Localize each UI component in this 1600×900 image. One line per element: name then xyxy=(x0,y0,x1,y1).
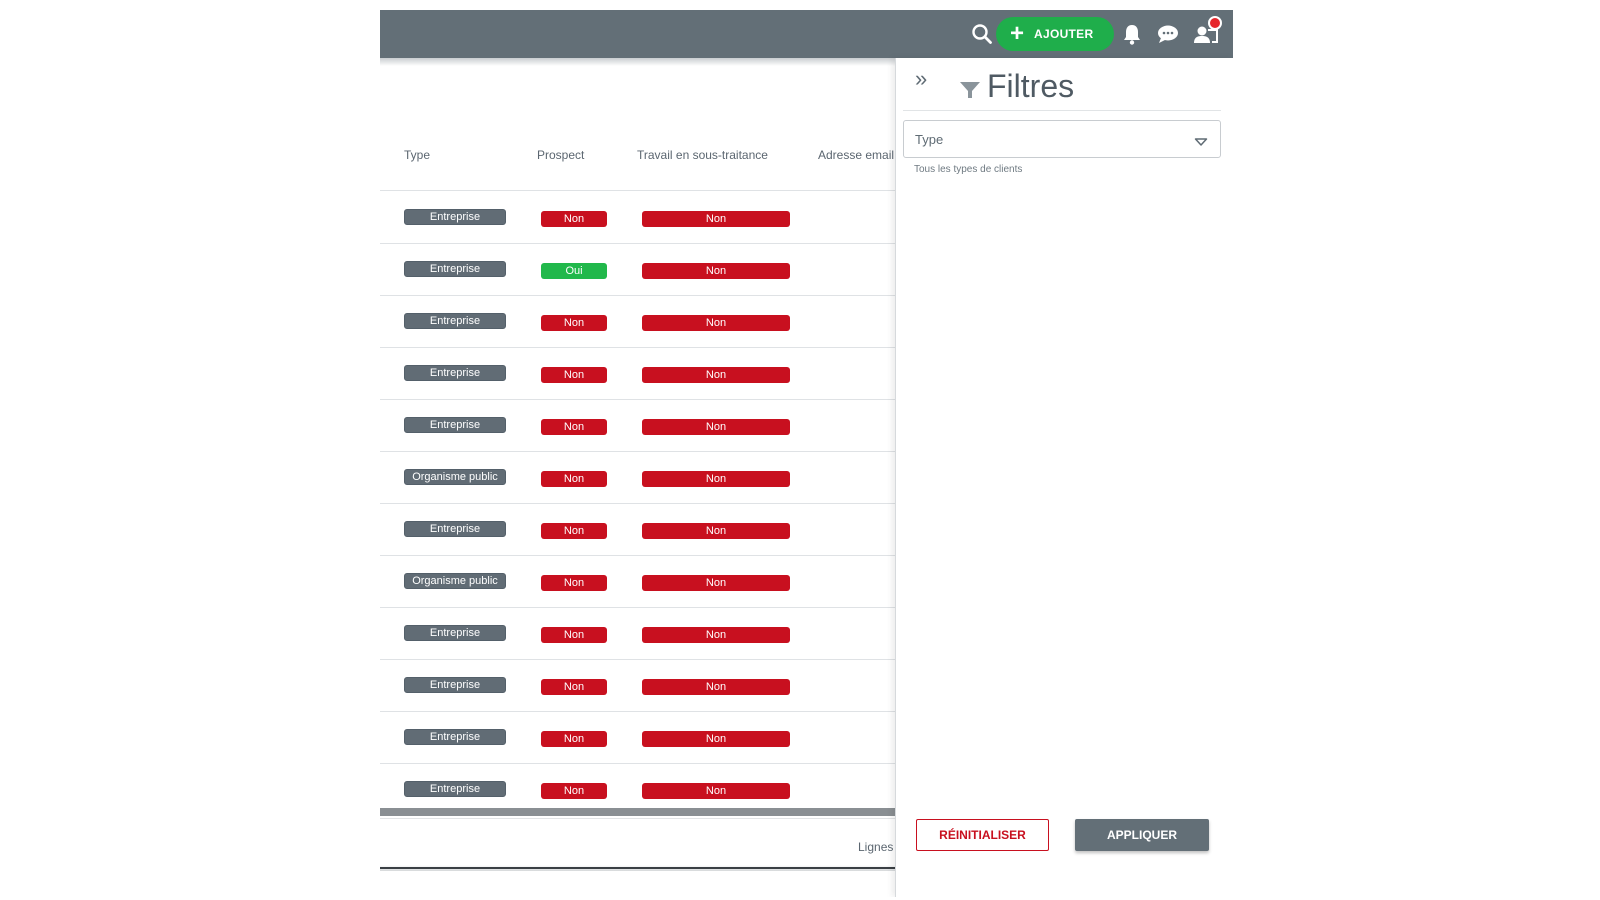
table-row[interactable]: Entreprise Non Non xyxy=(380,711,895,764)
prospect-badge: Non xyxy=(541,679,607,695)
clients-table: Type Prospect Travail en sous-traitance … xyxy=(380,66,895,897)
filter-icon xyxy=(959,80,981,105)
sous-traitance-badge: Non xyxy=(642,679,790,695)
type-badge: Entreprise xyxy=(404,781,506,797)
rows-per-page-label: Lignes xyxy=(858,840,894,854)
column-header-sous-traitance[interactable]: Travail en sous-traitance xyxy=(637,148,768,162)
panel-divider xyxy=(903,110,1221,111)
prospect-badge: Non xyxy=(541,419,607,435)
column-header-email[interactable]: Adresse email xyxy=(818,148,894,162)
horizontal-scrollbar[interactable] xyxy=(380,808,895,816)
app-window: + AJOUTER Type Prospect Travail en sous-… xyxy=(380,10,1233,897)
panel-title: Filtres xyxy=(987,68,1075,104)
reset-button[interactable]: RÉINITIALISER xyxy=(916,819,1049,851)
sous-traitance-badge: Non xyxy=(642,419,790,435)
prospect-badge: Non xyxy=(541,627,607,643)
type-badge: Entreprise xyxy=(404,677,506,693)
table-row[interactable]: Entreprise Non Non xyxy=(380,659,895,712)
sous-traitance-badge: Non xyxy=(642,367,790,383)
type-badge: Entreprise xyxy=(404,365,506,381)
type-badge: Entreprise xyxy=(404,417,506,433)
prospect-badge: Non xyxy=(541,471,607,487)
table-row[interactable]: Entreprise Non Non xyxy=(380,295,895,348)
top-bar: + AJOUTER xyxy=(380,10,1233,58)
type-badge: Entreprise xyxy=(404,729,506,745)
add-button[interactable]: + AJOUTER xyxy=(996,17,1114,51)
chat-icon[interactable] xyxy=(1154,20,1182,48)
notification-badge xyxy=(1208,16,1222,30)
user-switch-icon[interactable] xyxy=(1192,16,1222,48)
type-badge: Entreprise xyxy=(404,209,506,225)
table-row[interactable]: Entreprise Oui Non xyxy=(380,243,895,296)
type-select[interactable]: Type xyxy=(903,120,1221,158)
collapse-panel-icon[interactable]: » xyxy=(915,68,927,90)
search-icon[interactable] xyxy=(968,20,996,48)
sous-traitance-badge: Non xyxy=(642,731,790,747)
prospect-badge: Non xyxy=(541,783,607,799)
column-header-prospect[interactable]: Prospect xyxy=(537,148,584,162)
plus-icon: + xyxy=(1010,20,1025,47)
type-select-helper: Tous les types de clients xyxy=(914,164,1023,175)
type-badge: Entreprise xyxy=(404,261,506,277)
type-badge: Entreprise xyxy=(404,625,506,641)
prospect-badge: Non xyxy=(541,731,607,747)
type-badge: Entreprise xyxy=(404,313,506,329)
type-badge: Organisme public xyxy=(404,469,506,485)
footer-divider xyxy=(380,818,895,819)
sous-traitance-badge: Non xyxy=(642,211,790,227)
sous-traitance-badge: Non xyxy=(642,575,790,591)
apply-button[interactable]: APPLIQUER xyxy=(1075,819,1209,851)
column-header-type[interactable]: Type xyxy=(404,148,430,162)
sous-traitance-badge: Non xyxy=(642,315,790,331)
sous-traitance-badge: Non xyxy=(642,523,790,539)
table-row[interactable]: Entreprise Non Non xyxy=(380,347,895,400)
prospect-badge: Non xyxy=(541,211,607,227)
top-bar-shadow xyxy=(380,58,895,66)
type-badge: Entreprise xyxy=(404,521,506,537)
table-row[interactable]: Entreprise Non Non xyxy=(380,399,895,452)
add-button-label: AJOUTER xyxy=(1034,27,1094,41)
prospect-badge: Non xyxy=(541,367,607,383)
sous-traitance-badge: Non xyxy=(642,471,790,487)
sous-traitance-badge: Non xyxy=(642,783,790,799)
type-badge: Organisme public xyxy=(404,573,506,589)
type-select-label: Type xyxy=(915,132,944,147)
bell-icon[interactable] xyxy=(1118,20,1146,48)
sous-traitance-badge: Non xyxy=(642,263,790,279)
table-bottom-edge xyxy=(380,867,895,869)
table-row[interactable]: Organisme public Non Non xyxy=(380,555,895,608)
table-row[interactable]: Entreprise Non Non xyxy=(380,191,895,244)
chevron-down-icon xyxy=(1194,134,1208,152)
table-row[interactable]: Organisme public Non Non xyxy=(380,451,895,504)
table-row[interactable]: Entreprise Non Non xyxy=(380,607,895,660)
prospect-badge: Non xyxy=(541,315,607,331)
prospect-badge: Oui xyxy=(541,263,607,279)
prospect-badge: Non xyxy=(541,575,607,591)
sous-traitance-badge: Non xyxy=(642,627,790,643)
prospect-badge: Non xyxy=(541,523,607,539)
filters-panel: » Filtres Type Tous les types de clients… xyxy=(895,58,1233,897)
table-row[interactable]: Entreprise Non Non xyxy=(380,503,895,556)
